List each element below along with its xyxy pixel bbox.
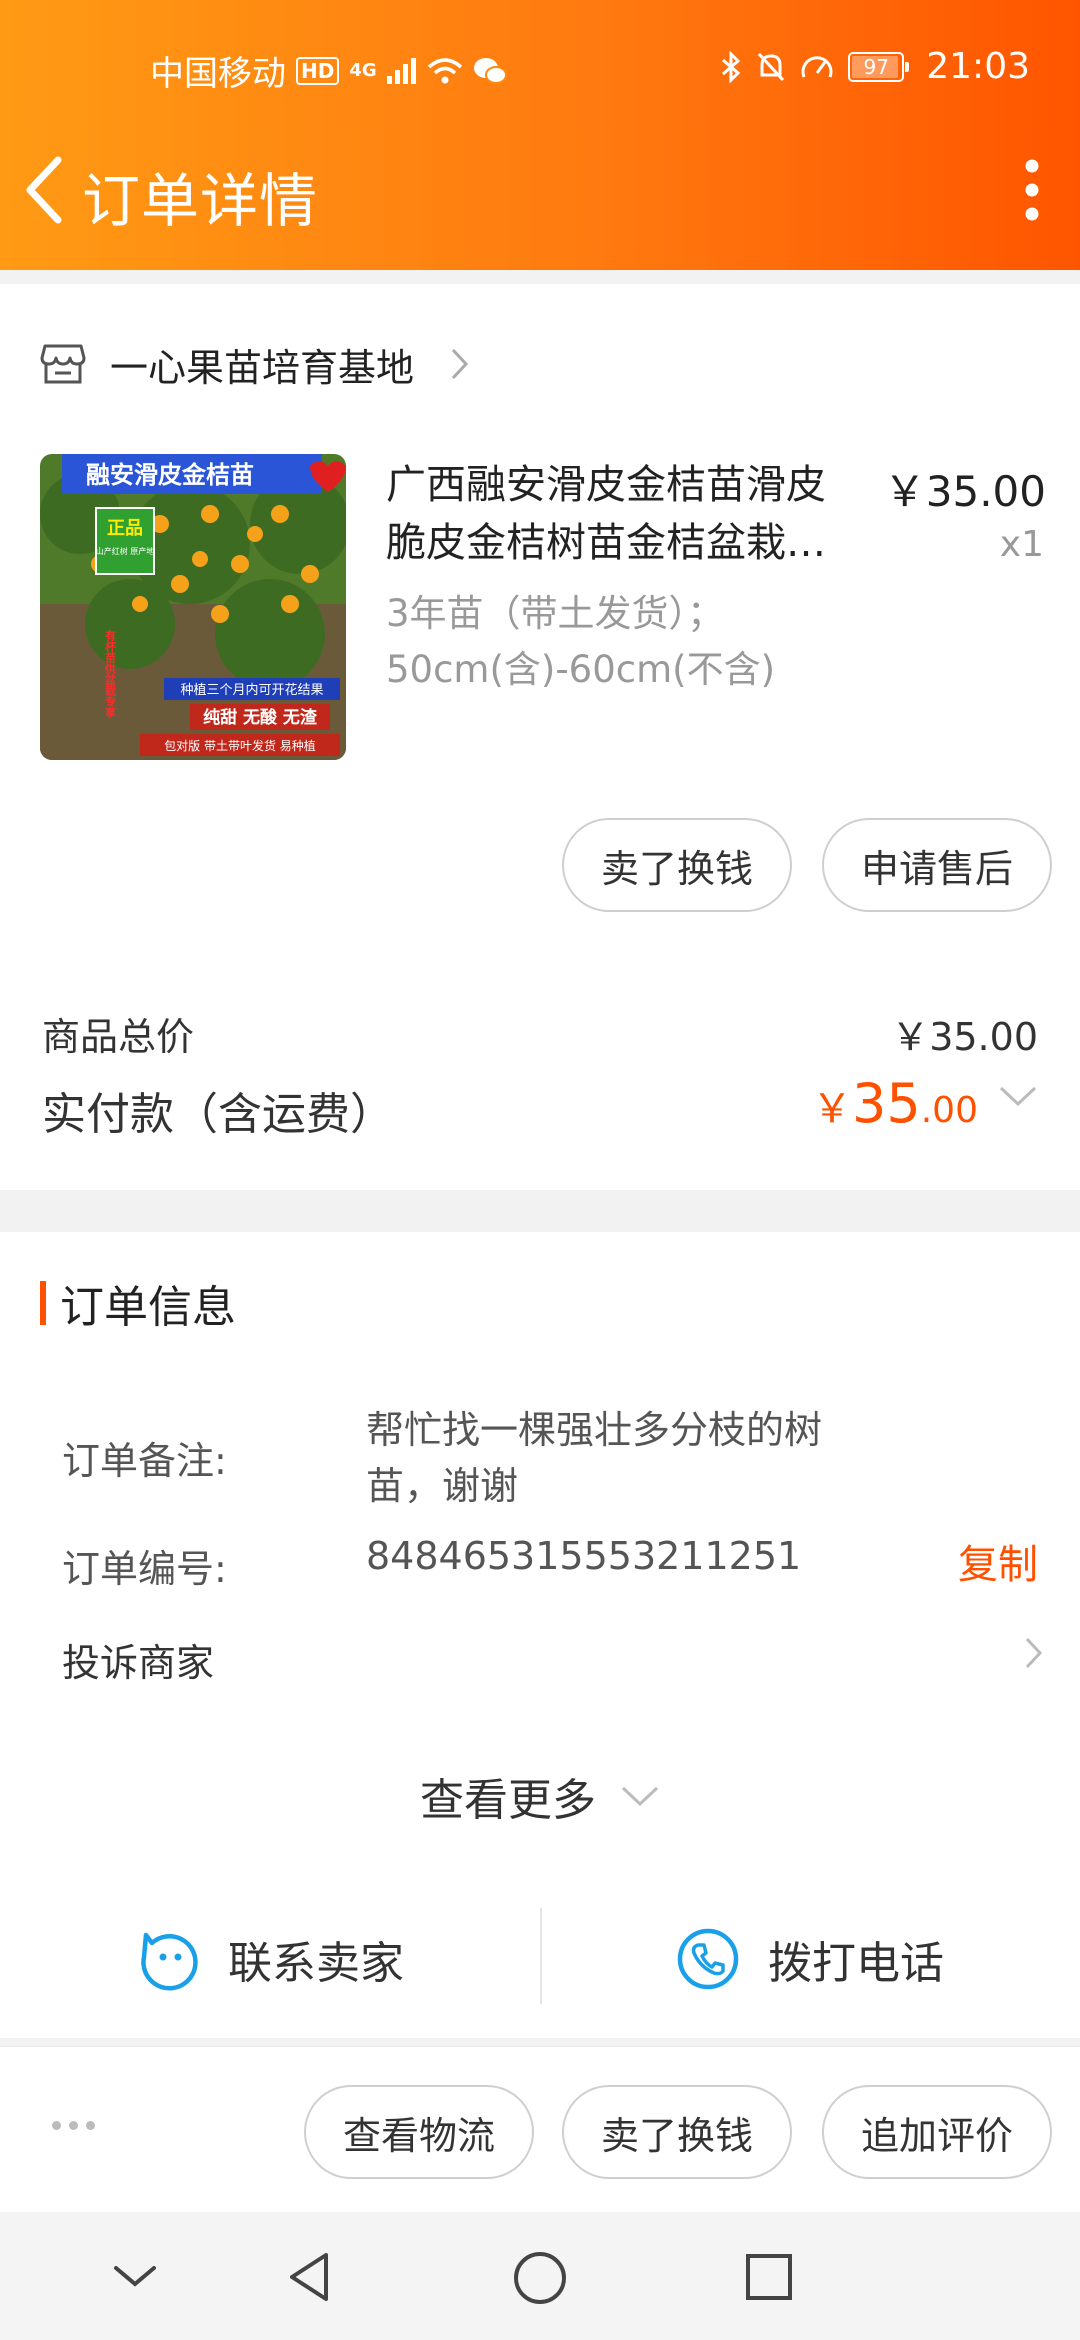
product-image[interactable]: 融安滑皮金桔苗 正品 山产红树 原产地 有杯苗供盆栽专享 种植三个月内可开花结果…: [40, 454, 346, 760]
status-bar-left: 中国移动 HD 4G: [150, 46, 507, 95]
shop-row[interactable]: 一心果苗培育基地: [40, 334, 470, 394]
chevron-down-icon[interactable]: [998, 1084, 1038, 1108]
goods-total-row: 商品总价 ￥35.00: [42, 1006, 1038, 1061]
bluetooth-icon: [722, 50, 741, 83]
mute-bell-icon: [758, 52, 785, 81]
product-card: 一心果苗培育基地 融安滑皮金桔苗 正品 山产红树 原产地 有杯苗供盆栽专享 种植…: [0, 284, 1080, 1190]
order-info-card: 订单信息 订单备注: 帮忙找一棵强壮多分枝的树苗，谢谢 订单编号: 848465…: [0, 1232, 1080, 2038]
speed-icon: [801, 55, 833, 78]
wifi-icon: [427, 57, 462, 83]
hd-badge: HD: [296, 56, 340, 85]
complain-merchant-link[interactable]: 投诉商家: [62, 1632, 214, 1687]
image-side-text: 有杯苗供盆栽专享: [104, 629, 118, 719]
wechat-icon: [473, 57, 507, 84]
hide-keyboard-chevron-icon[interactable]: [112, 2262, 158, 2290]
home-circle-icon[interactable]: [512, 2250, 568, 2306]
add-review-button[interactable]: 追加评价: [822, 2085, 1052, 2179]
phone-icon: [677, 1928, 739, 1990]
paid-amount-row[interactable]: 实付款（含运费） ￥35.00: [42, 1072, 1038, 1140]
image-badge-text: 正品: [107, 518, 143, 539]
chevron-down-icon: [621, 1786, 659, 1807]
back-triangle-icon[interactable]: [284, 2250, 334, 2304]
order-note-value: 帮忙找一棵强壮多分枝的树苗，谢谢: [366, 1408, 823, 1508]
nav-bar: 订单详情: [0, 140, 1080, 240]
system-navigation-bar: [0, 2212, 1080, 2340]
carrier-label: 中国移动: [150, 54, 286, 94]
see-more-button[interactable]: 查看更多: [0, 1764, 1080, 1828]
section-accent-bar: [40, 1281, 46, 1325]
chevron-right-icon: [451, 348, 469, 380]
status-bar: 中国移动 HD 4G 97 21:03: [0, 40, 1080, 96]
goods-total-label: 商品总价: [42, 1015, 195, 1059]
bottom-action-bar: 查看物流 卖了换钱 追加评价: [0, 2046, 1080, 2212]
chevron-right-icon[interactable]: [1024, 1636, 1044, 1670]
status-bar-right: 97 21:03: [720, 46, 1030, 87]
app-header: 中国移动 HD 4G 97 21:03 订单详情: [0, 0, 1080, 270]
product-title[interactable]: 广西融安滑皮金桔苗滑皮脆皮金桔树苗金桔盆栽地栽: [386, 456, 846, 572]
product-quantity: x1: [999, 524, 1044, 565]
image-tagline-text: 种植三个月内可开花结果: [180, 682, 323, 698]
status-time: 21:03: [926, 46, 1030, 87]
contact-seller-button[interactable]: 联系卖家: [0, 1904, 540, 2014]
product-price: ￥35.00: [883, 467, 1046, 516]
more-options-icon[interactable]: [52, 2121, 95, 2130]
apply-after-sale-button[interactable]: 申请售后: [822, 818, 1052, 912]
order-note-label: 订单备注:: [62, 1439, 227, 1483]
order-info-title: 订单信息: [40, 1278, 236, 1333]
chat-face-icon: [141, 1932, 198, 1991]
view-logistics-button[interactable]: 查看物流: [304, 2085, 534, 2179]
paid-amount: ￥35.00: [812, 1072, 978, 1135]
copy-order-number-button[interactable]: 复制: [958, 1532, 1038, 1590]
back-arrow-icon[interactable]: [18, 152, 78, 228]
paid-label: 实付款（含运费）: [42, 1089, 394, 1140]
shop-icon: [40, 344, 86, 384]
shop-name: 一心果苗培育基地: [110, 345, 415, 390]
contact-row: 联系卖家 拨打电话: [0, 1904, 1080, 2014]
image-shipping-text: 包对版 带土带叶发货 易种植: [164, 738, 316, 753]
call-phone-button[interactable]: 拨打电话: [540, 1904, 1080, 2014]
image-banner-text: 融安滑皮金桔苗: [86, 461, 254, 489]
page-title: 订单详情: [82, 167, 319, 235]
product-spec: 3年苗（带土发货）；50cm(含)-60cm(不含): [386, 592, 776, 691]
image-features-text: 纯甜 无酸 无渣: [203, 707, 318, 728]
battery-icon: 97: [848, 51, 910, 82]
network-label: 4G: [349, 59, 377, 81]
order-number-value: 848465315553211251: [366, 1534, 802, 1578]
recents-square-icon[interactable]: [744, 2252, 794, 2302]
order-number-label: 订单编号:: [62, 1547, 227, 1591]
signal-icon: [386, 57, 416, 84]
sell-for-cash-button[interactable]: 卖了换钱: [562, 2085, 792, 2179]
image-badge-sub-text: 山产红树 原产地: [96, 546, 155, 556]
sell-for-cash-button[interactable]: 卖了换钱: [562, 818, 792, 912]
goods-total-value: ￥35.00: [891, 1015, 1038, 1059]
more-vertical-icon[interactable]: [1024, 158, 1040, 222]
